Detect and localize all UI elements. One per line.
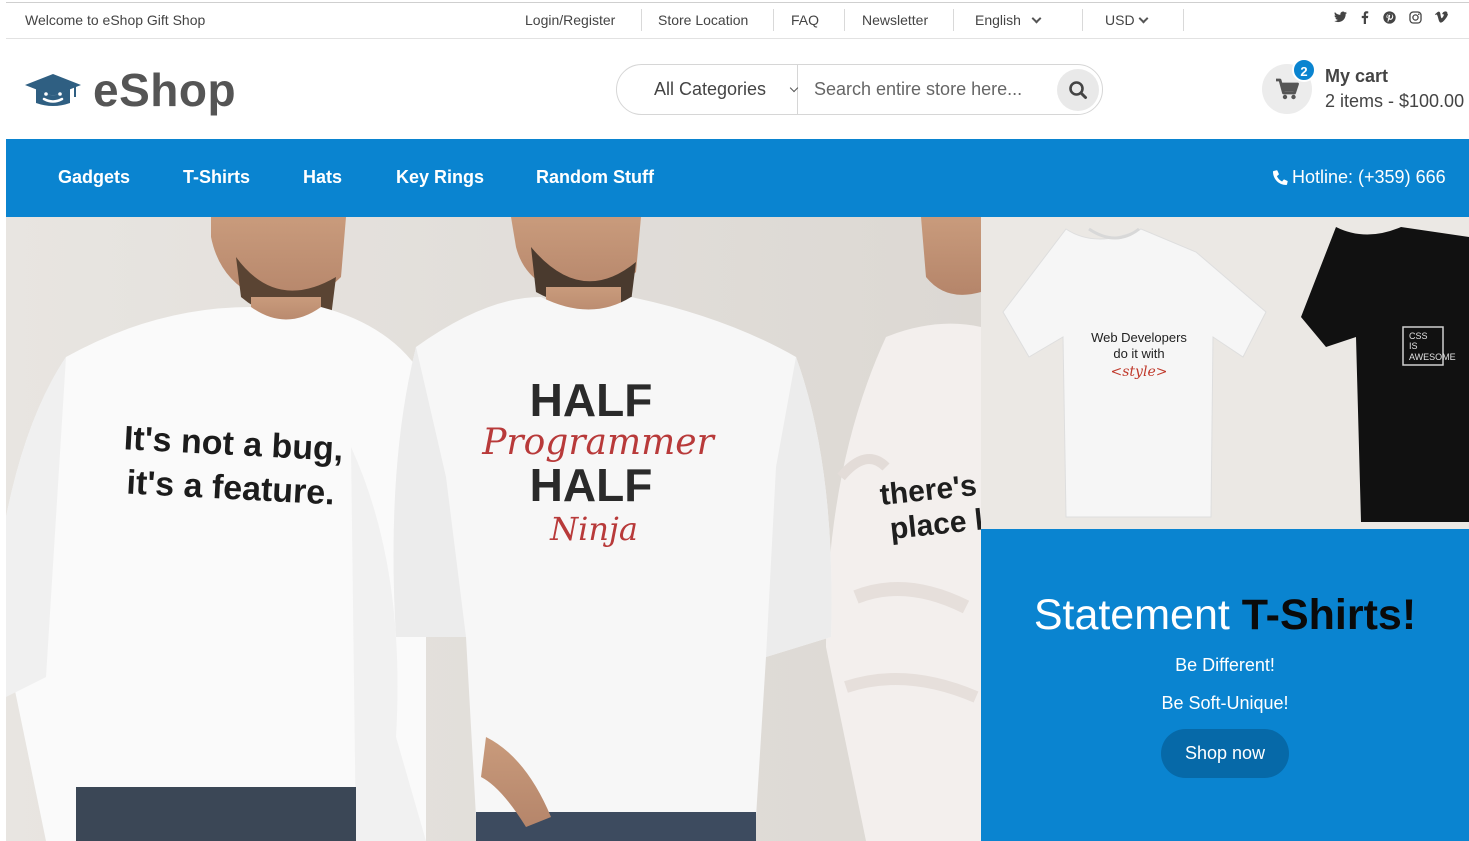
promo-shirt1-line3: <style> <box>1111 364 1168 380</box>
divider <box>953 9 954 31</box>
pinterest-icon[interactable] <box>1381 11 1397 27</box>
promo-tagline-1: Be Different! <box>1175 655 1275 675</box>
twitter-icon[interactable] <box>1332 11 1348 26</box>
main-nav: Gadgets T-Shirts Hats Key Rings Random S… <box>6 139 1469 217</box>
instagram-icon[interactable] <box>1407 11 1423 27</box>
promo-title-bold: T-Shirts! <box>1241 591 1417 639</box>
hero-banner-image[interactable]: It's not a bug, it's a feature. HALF Pro… <box>6 217 981 841</box>
language-label: English <box>975 12 1021 28</box>
hero-shirt2-line2: Programmer <box>481 422 715 463</box>
hero-shirt2-line3: HALF <box>530 459 653 511</box>
cart-count-badge: 2 <box>1292 58 1316 82</box>
search-button[interactable] <box>1057 69 1099 111</box>
nav-item-hats[interactable]: Hats <box>303 167 342 188</box>
promo-shirt2-line3: AWESOME <box>1409 352 1456 362</box>
promo-tshirts-image[interactable]: Web Developers do it with <style> CSS IS… <box>981 217 1469 529</box>
newsletter-link[interactable]: Newsletter <box>862 12 928 28</box>
divider <box>1082 9 1083 31</box>
search-bar: All Categories <box>616 64 1103 115</box>
nav-item-key-rings[interactable]: Key Rings <box>396 167 484 188</box>
hero-shirt2-line4: Ninja <box>549 510 638 548</box>
currency-label: USD <box>1105 12 1135 28</box>
chevron-down-icon <box>1138 13 1149 24</box>
chevron-down-icon <box>1031 13 1042 24</box>
divider <box>773 9 774 31</box>
search-icon <box>1069 81 1087 99</box>
promo-title-plain: Statement <box>1033 591 1242 639</box>
promo-title: Statement T-Shirts! <box>981 591 1469 640</box>
faq-link[interactable]: FAQ <box>791 12 819 28</box>
language-select[interactable]: English <box>975 12 1042 28</box>
top-bar: Welcome to eShop Gift Shop Login/Registe… <box>6 2 1469 39</box>
search-input[interactable] <box>814 73 1044 105</box>
divider <box>844 9 845 31</box>
promo-tagline-2: Be Soft-Unique! <box>1161 693 1289 713</box>
logo-icon[interactable] <box>24 73 82 107</box>
category-select[interactable]: All Categories <box>617 65 799 114</box>
cart-title[interactable]: My cart <box>1325 66 1388 87</box>
hotline: Hotline: (+359) 666 <box>1273 167 1446 188</box>
nav-item-t-shirts[interactable]: T-Shirts <box>183 167 250 188</box>
category-select-label: All Categories <box>654 79 767 99</box>
nav-item-gadgets[interactable]: Gadgets <box>58 167 130 188</box>
store-location-link[interactable]: Store Location <box>658 12 748 28</box>
promo-shirt2-line1: CSS <box>1409 331 1428 341</box>
currency-select[interactable]: USD <box>1105 12 1149 28</box>
phone-icon <box>1273 170 1288 185</box>
cart-summary: 2 items - $100.00 <box>1325 91 1465 111</box>
promo-panel: Statement T-Shirts! Be Different! Be Sof… <box>981 529 1469 841</box>
hero-shirt2-line1: HALF <box>530 374 653 426</box>
hotline-text: Hotline: (+359) 666 <box>1292 167 1446 187</box>
login-register-link[interactable]: Login/Register <box>525 12 615 28</box>
divider <box>1183 9 1184 31</box>
promo-shirt1-line1: Web Developers <box>1091 330 1187 345</box>
facebook-icon[interactable] <box>1357 11 1373 27</box>
chevron-down-icon <box>789 83 799 93</box>
promo-shirt1-line2: do it with <box>1113 346 1164 361</box>
divider <box>641 9 642 31</box>
welcome-text: Welcome to eShop Gift Shop <box>25 12 206 28</box>
promo-shirt2-line2: IS <box>1409 341 1418 351</box>
vimeo-icon[interactable] <box>1433 11 1449 26</box>
shop-now-button[interactable]: Shop now <box>1161 729 1289 778</box>
nav-item-random-stuff[interactable]: Random Stuff <box>536 167 654 188</box>
logo-text[interactable]: eShop <box>93 63 236 117</box>
